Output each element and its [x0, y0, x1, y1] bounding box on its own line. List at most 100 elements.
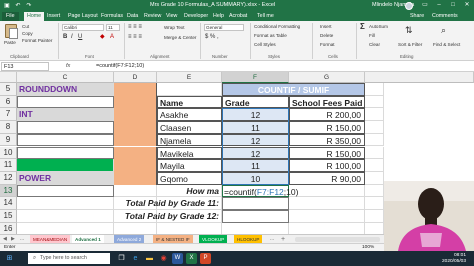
cell-f10[interactable]: 12 — [222, 146, 289, 160]
column-header-d[interactable]: D — [114, 72, 157, 83]
cell-c9[interactable] — [17, 133, 114, 147]
name-box[interactable]: F13 — [1, 62, 49, 71]
select-all-corner[interactable] — [0, 72, 17, 83]
cell-f7[interactable]: 12 — [222, 108, 289, 122]
find-icon[interactable]: ⌕ — [441, 26, 446, 35]
wrap-text-button[interactable]: Wrap Text — [164, 25, 185, 31]
tab-tell-me[interactable]: Tell me — [257, 12, 274, 21]
column-header-f[interactable]: F — [222, 72, 289, 83]
taskbar-search-input[interactable]: Type here to search — [28, 253, 110, 264]
merge-center-button[interactable]: Merge & Center — [164, 35, 196, 41]
font-color-icon[interactable]: A — [110, 34, 114, 40]
cell-g8[interactable]: R 150,00 — [289, 121, 365, 134]
cell-h15[interactable] — [365, 210, 384, 223]
align-bottom-icon[interactable]: ≡ ≡ ≡ — [128, 34, 142, 40]
horizontal-scrollbar[interactable] — [295, 237, 380, 242]
cell-g15[interactable] — [289, 210, 365, 223]
currency-icon[interactable]: $ % , — [205, 34, 219, 40]
cell-g6[interactable]: School Fees Paid — [289, 95, 365, 109]
edge-icon[interactable]: e — [130, 253, 141, 264]
tab-insert[interactable]: Insert — [47, 12, 60, 21]
excel-icon[interactable]: X — [186, 253, 197, 264]
close-button[interactable]: ✕ — [460, 0, 474, 11]
cell-h7[interactable] — [365, 108, 384, 122]
fill-button[interactable]: Fill — [369, 33, 375, 39]
paste-button[interactable]: Paste — [4, 40, 16, 46]
cell-h11[interactable] — [365, 159, 384, 172]
italic-icon[interactable]: I — [71, 34, 73, 40]
tab-view[interactable]: View — [166, 12, 177, 21]
redo-icon[interactable]: ↷ — [25, 2, 33, 10]
cell-c14[interactable] — [17, 197, 114, 210]
cut-button[interactable]: Cut — [22, 24, 29, 30]
cell-g11[interactable]: R 100,00 — [289, 159, 365, 172]
cell-h9[interactable] — [365, 133, 384, 147]
row-header-14[interactable]: 14 — [0, 197, 17, 210]
cell-f9[interactable]: 12 — [222, 133, 289, 147]
cell-c6[interactable] — [17, 95, 114, 109]
paste-icon[interactable] — [5, 24, 18, 39]
avatar[interactable] — [405, 1, 413, 10]
cell-c11[interactable] — [17, 159, 114, 172]
cell-g10[interactable]: R 150,00 — [289, 146, 365, 160]
tab-developer[interactable]: Developer — [184, 12, 208, 21]
undo-icon[interactable]: ↶ — [14, 2, 22, 10]
cell-e10[interactable]: Mavikela — [157, 146, 222, 160]
cell-h5[interactable] — [365, 83, 384, 96]
cell-e8[interactable]: Claasen — [157, 121, 222, 134]
cell-f5[interactable]: COUNTIF / SUMIF — [222, 83, 365, 96]
delete-button[interactable]: Delete — [320, 33, 333, 39]
fill-color-icon[interactable]: ◆ — [100, 34, 105, 40]
column-header-e[interactable]: E — [157, 72, 222, 83]
row-header-13[interactable]: 13 — [0, 184, 17, 198]
cell-c8[interactable] — [17, 121, 114, 134]
cell-styles-button[interactable]: Cell Styles — [254, 42, 276, 48]
row-header-12[interactable]: 12 — [0, 171, 17, 185]
cell-f15[interactable] — [222, 210, 289, 223]
share-button[interactable]: Share — [410, 12, 424, 21]
cell-f14[interactable] — [222, 197, 289, 210]
cell-f13-editing[interactable]: =countif(F7:F12;10) — [222, 184, 298, 198]
tab-page-layout[interactable]: Page Layout — [68, 12, 98, 21]
cell-e5[interactable] — [157, 83, 222, 96]
sort-filter-button[interactable]: Sort & Filter — [398, 42, 422, 48]
underline-icon[interactable]: U — [78, 34, 82, 40]
cell-h14[interactable] — [365, 197, 384, 210]
autosum-icon[interactable]: Σ — [360, 22, 365, 31]
autosum-button[interactable]: AutoSum — [369, 24, 388, 30]
cell-e13[interactable]: How ma — [157, 184, 222, 198]
save-icon[interactable]: ▣ — [3, 2, 11, 10]
cell-d6[interactable] — [114, 95, 157, 109]
align-icon[interactable]: ≡ ≡ ≡ — [128, 24, 142, 30]
format-as-table-button[interactable]: Format as Table — [254, 33, 287, 39]
comments-button[interactable]: Comments — [432, 12, 458, 21]
ribbon-display-icon[interactable]: ▭ — [418, 0, 432, 11]
column-header-h[interactable] — [365, 72, 474, 83]
tab-data[interactable]: Data — [127, 12, 138, 21]
cell-c15[interactable] — [17, 210, 114, 223]
taskbar-clock[interactable]: 08:01 2020/05/03 — [442, 253, 466, 265]
conditional-formatting-button[interactable]: Conditional Formatting — [254, 24, 300, 30]
cell-g7[interactable]: R 200,00 — [289, 108, 365, 122]
tab-home[interactable]: Home — [24, 12, 45, 21]
cell-e12[interactable]: Gqomo — [157, 171, 222, 185]
tab-file[interactable]: File — [2, 12, 19, 21]
row-header-6[interactable]: 6 — [0, 95, 17, 109]
cell-d9[interactable] — [114, 133, 157, 147]
row-header-7[interactable]: 7 — [0, 108, 17, 122]
cell-h6[interactable] — [365, 95, 384, 109]
cell-d8[interactable] — [114, 121, 157, 134]
row-header-15[interactable]: 15 — [0, 210, 17, 223]
column-header-c[interactable]: C — [17, 72, 114, 83]
cell-f11[interactable]: 11 — [222, 159, 289, 172]
cell-f8[interactable]: 11 — [222, 121, 289, 134]
cell-f6[interactable]: Grade — [222, 95, 289, 109]
cell-e15[interactable]: Total Paid by Grade 12: — [117, 210, 222, 223]
row-header-11[interactable]: 11 — [0, 159, 17, 172]
formula-input[interactable]: =countif(F7:F12;10) — [96, 62, 472, 71]
cell-c7[interactable]: INT — [17, 108, 114, 122]
cell-d12[interactable] — [114, 171, 157, 185]
cell-h10[interactable] — [365, 146, 384, 160]
cell-c13[interactable] — [17, 184, 114, 198]
cell-d10[interactable] — [114, 146, 157, 160]
